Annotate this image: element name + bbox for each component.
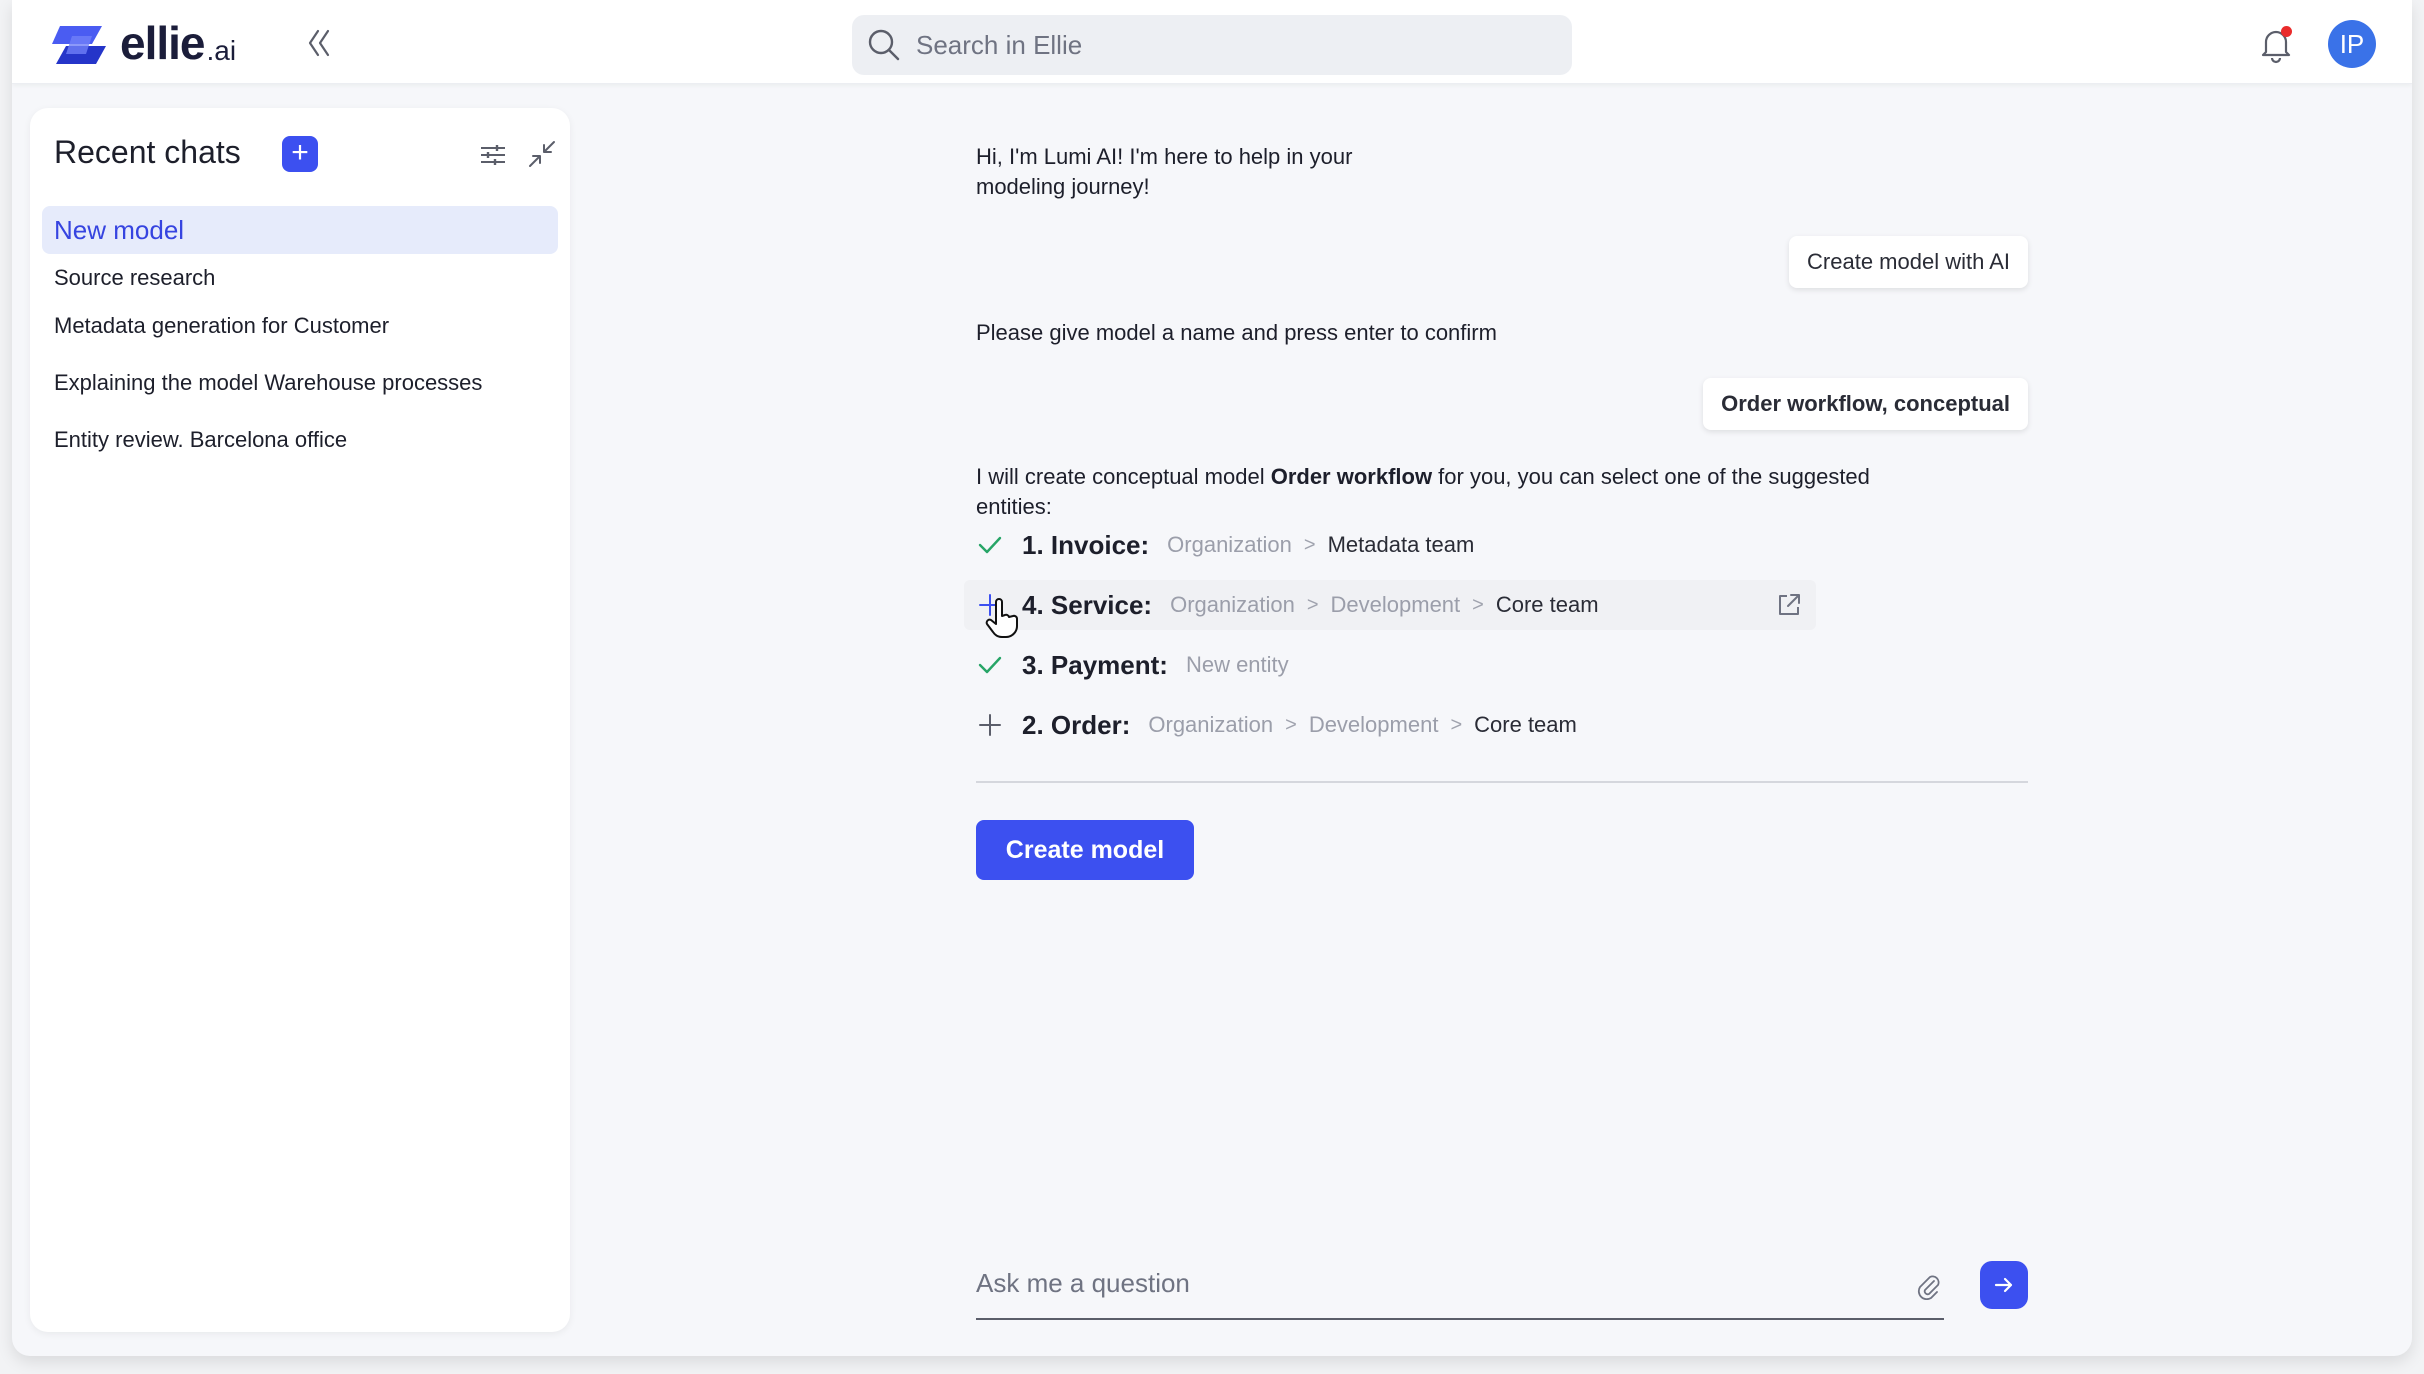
app-window: ellie .ai IP Recent chats — [12, 0, 2412, 1356]
chevron-right-icon: > — [1285, 713, 1297, 736]
entity-path: New entity — [1186, 652, 1289, 678]
create-model-button[interactable]: Create model — [976, 820, 1194, 880]
chat-item-new-model[interactable]: New model — [42, 206, 558, 254]
send-button[interactable] — [1980, 1261, 2028, 1309]
attach-file-button[interactable] — [1914, 1272, 1942, 1301]
entity-row-invoice[interactable]: 1. Invoice: Organization > Metadata team — [964, 520, 1816, 570]
recent-chats-panel: Recent chats + New model Source research… — [30, 108, 570, 1332]
minimize-arrows-icon — [529, 141, 555, 167]
notification-badge — [2281, 26, 2292, 37]
bot-message-name-prompt: Please give model a name and press enter… — [976, 320, 1497, 345]
chevron-right-icon: > — [1306, 593, 1319, 616]
path-segment: New entity — [1185, 652, 1289, 677]
double-chevron-left-icon — [308, 29, 330, 57]
path-segment: Organization — [1148, 712, 1274, 737]
section-divider — [976, 781, 2028, 783]
plus-icon[interactable] — [968, 700, 1012, 750]
path-segment: Core team — [1474, 712, 1577, 737]
path-segment: Core team — [1495, 592, 1599, 617]
brand-logo[interactable]: ellie .ai — [52, 20, 236, 66]
chevron-right-icon: > — [1303, 533, 1316, 556]
brand-name: ellie — [120, 17, 206, 69]
new-chat-button[interactable]: + — [282, 136, 318, 172]
chat-item-metadata-generation[interactable]: Metadata generation for Customer — [42, 302, 558, 350]
intro-model-name: Order workflow — [1270, 464, 1433, 489]
path-segment: Development — [1330, 592, 1461, 617]
entity-name: 2. Order: — [1022, 709, 1131, 740]
user-message-model-name: Order workflow, conceptual — [1703, 378, 2028, 430]
path-segment: Organization — [1170, 592, 1295, 617]
entity-path: Organization > Metadata team — [1167, 532, 1474, 558]
entity-row-service[interactable]: 4. Service: Organization > Development >… — [964, 580, 1816, 638]
paperclip-icon — [1917, 1275, 1940, 1301]
entity-path: Organization > Development > Core team — [1170, 592, 1598, 618]
filter-button[interactable] — [478, 140, 508, 170]
user-message-create-model: Create model with AI — [1789, 236, 2028, 288]
chevron-right-icon: > — [1472, 593, 1484, 616]
external-link-icon[interactable] — [1776, 592, 1802, 618]
minimize-panel-button[interactable] — [526, 138, 558, 170]
panel-title: Recent chats — [54, 134, 241, 170]
path-segment: Metadata team — [1327, 532, 1475, 557]
brand-suffix: .ai — [206, 35, 237, 66]
check-icon[interactable] — [968, 640, 1012, 690]
collapse-sidebar-button[interactable] — [302, 26, 336, 60]
user-avatar[interactable]: IP — [2328, 20, 2376, 68]
chevron-right-icon: > — [1450, 713, 1463, 736]
notifications-button[interactable] — [2256, 24, 2296, 64]
entity-row-order[interactable]: 2. Order: Organization > Development > C… — [964, 700, 1816, 750]
ask-question-field[interactable] — [976, 1258, 1944, 1320]
entity-name: 3. Payment: — [1022, 649, 1168, 680]
hand-pointer-icon — [982, 596, 1022, 640]
suggested-entities-list: 1. Invoice: Organization > Metadata team… — [964, 520, 1816, 760]
logo-icon — [52, 26, 106, 64]
chat-item-warehouse-processes[interactable]: Explaining the model Warehouse processes — [42, 359, 558, 407]
path-segment: Development — [1308, 712, 1439, 737]
entity-row-payment[interactable]: 3. Payment: New entity — [964, 640, 1816, 690]
entity-path: Organization > Development > Core team — [1148, 712, 1576, 738]
chat-area: Hi, I'm Lumi AI! I'm here to help in you… — [964, 0, 2028, 1356]
ask-question-input[interactable] — [976, 1258, 1856, 1308]
sliders-icon — [481, 145, 505, 165]
recent-chats-list: New model Source research Metadata gener… — [42, 206, 558, 464]
bot-message-entities-intro: I will create conceptual model Order wor… — [976, 462, 1876, 522]
arrow-right-icon — [1994, 1277, 2013, 1293]
intro-text-pre: I will create conceptual model — [976, 464, 1271, 489]
check-icon[interactable] — [968, 520, 1012, 570]
search-icon — [868, 29, 900, 61]
chat-item-entity-review[interactable]: Entity review. Barcelona office — [42, 416, 558, 464]
bot-message-greeting: Hi, I'm Lumi AI! I'm here to help in you… — [976, 144, 1353, 199]
path-segment: Organization — [1167, 532, 1292, 557]
entity-name: 4. Service: — [1022, 589, 1153, 620]
entity-name: 1. Invoice: — [1022, 529, 1150, 560]
chat-item-source-research[interactable]: Source research — [42, 254, 558, 302]
